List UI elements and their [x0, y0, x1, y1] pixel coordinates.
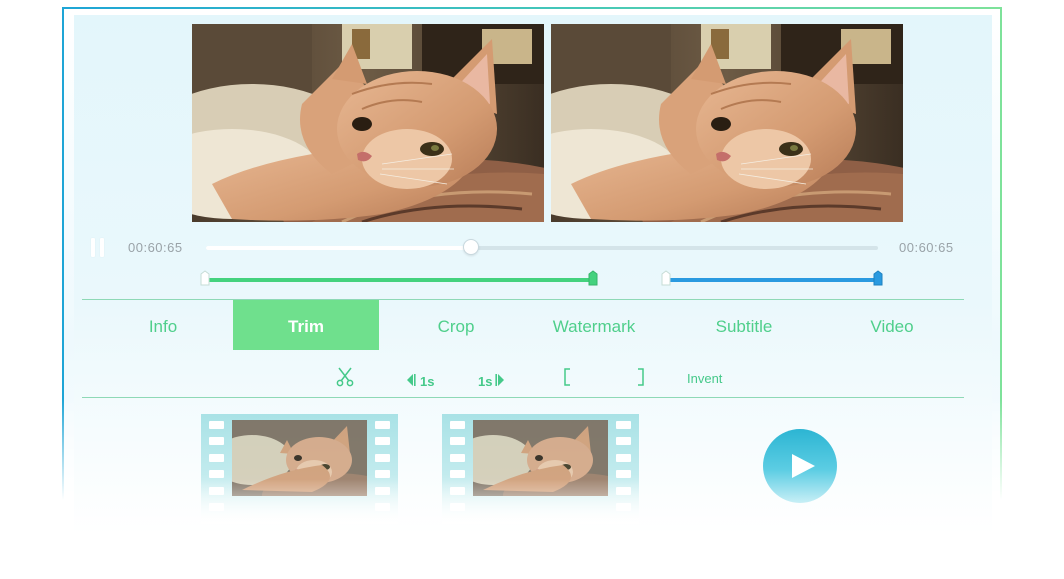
trim-range-2-end-handle[interactable]	[873, 270, 883, 286]
video-preview-original	[192, 24, 544, 222]
total-time: 00:60:65	[899, 240, 954, 255]
pause-icon[interactable]	[90, 238, 106, 257]
scissors-icon[interactable]	[335, 367, 355, 389]
step-forward-label: 1s	[478, 374, 493, 389]
trim-range-1-end-handle[interactable]	[588, 270, 598, 286]
tab-crop[interactable]: Crop	[386, 300, 526, 350]
left-bracket-icon[interactable]	[563, 368, 571, 390]
video-preview-output	[551, 24, 903, 222]
step-forward-icon	[495, 374, 505, 386]
trim-range-2-start-handle[interactable]	[661, 270, 671, 286]
play-button[interactable]	[763, 429, 837, 503]
clip-thumbnail-1[interactable]	[201, 414, 398, 524]
right-bracket-icon[interactable]	[637, 368, 645, 390]
current-time: 00:60:65	[128, 240, 183, 255]
divider-bottom	[82, 397, 964, 398]
trim-range-2	[666, 278, 878, 282]
play-icon	[792, 454, 815, 478]
tab-info[interactable]: Info	[88, 300, 238, 350]
step-back-button[interactable]: 1s	[404, 369, 434, 391]
progress-track[interactable]	[206, 239, 878, 255]
tab-trim[interactable]: Trim	[233, 300, 379, 350]
step-forward-button[interactable]: 1s	[478, 369, 507, 391]
step-back-icon	[407, 374, 416, 386]
progress-fill	[206, 246, 472, 250]
tab-watermark[interactable]: Watermark	[523, 300, 665, 350]
tab-subtitle[interactable]: Subtitle	[673, 300, 815, 350]
invent-button[interactable]: Invent	[687, 371, 722, 393]
tab-video[interactable]: Video	[821, 300, 963, 350]
trim-range-1-start-handle[interactable]	[200, 270, 210, 286]
trim-range-1	[205, 278, 594, 282]
clip-thumbnail-2[interactable]	[442, 414, 639, 524]
step-back-label: 1s	[420, 374, 435, 389]
